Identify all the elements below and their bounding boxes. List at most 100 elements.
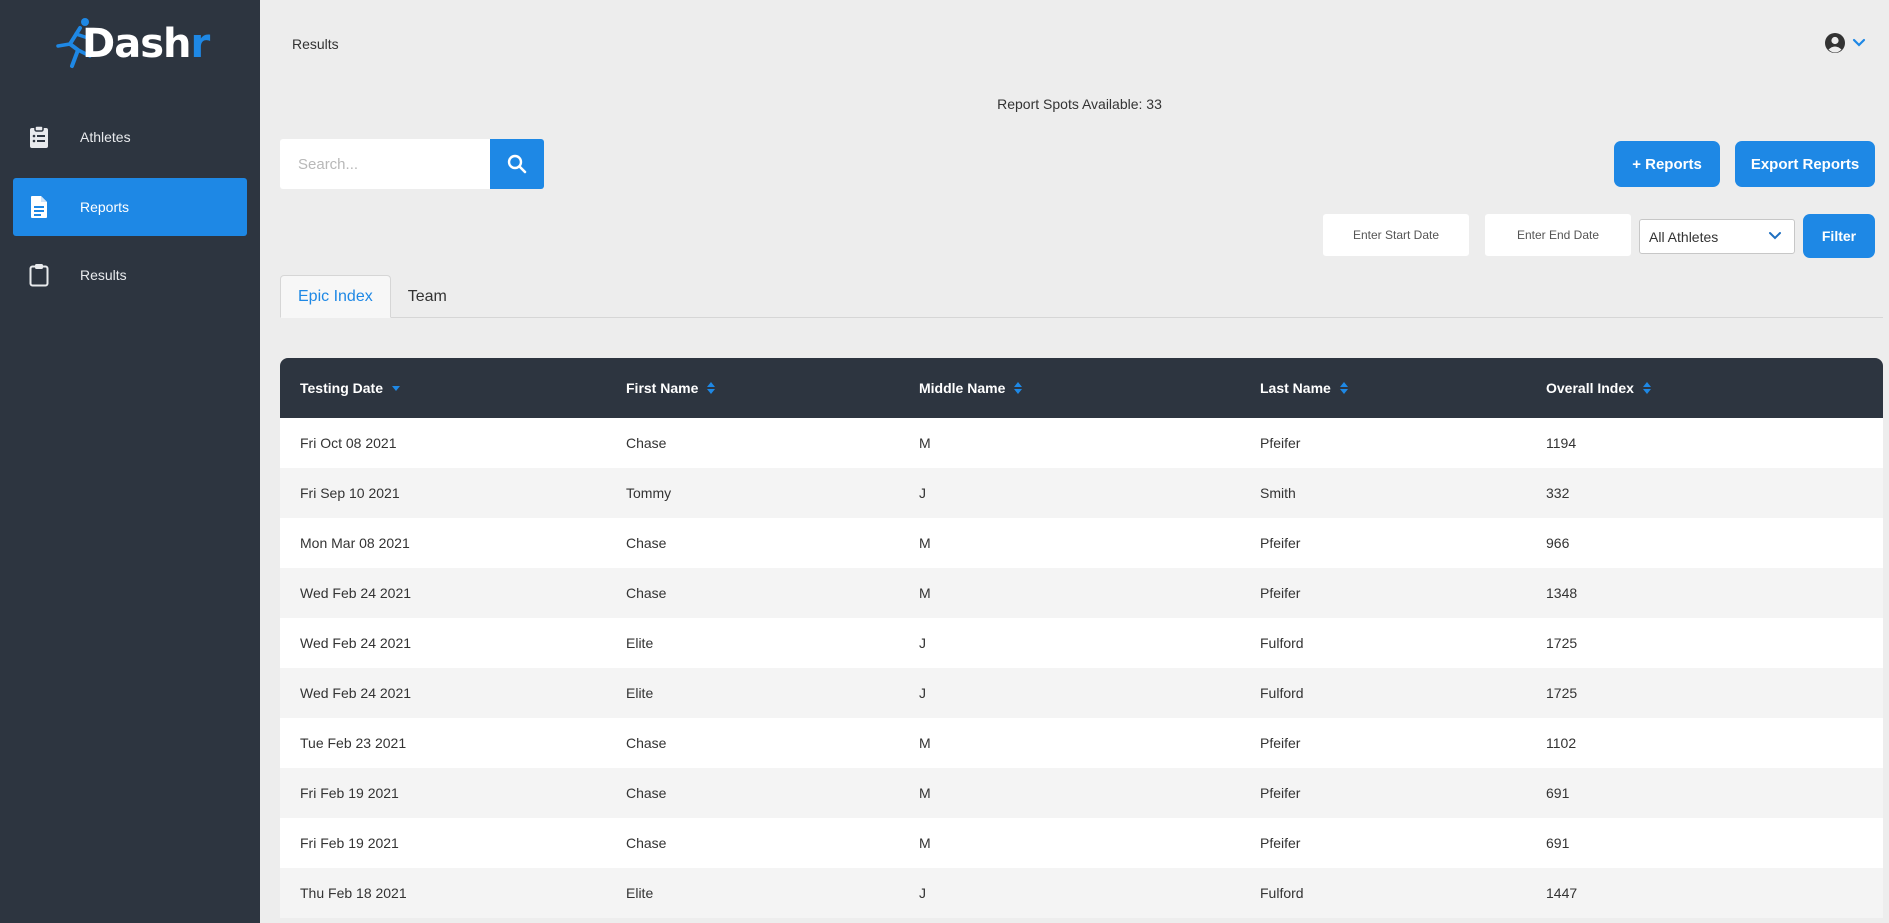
start-date-field[interactable] <box>1323 214 1469 256</box>
sidebar-item-label: Reports <box>80 199 130 215</box>
search-icon <box>507 154 527 174</box>
sort-icon <box>1642 381 1652 395</box>
table-row[interactable]: Wed Feb 24 2021 Elite J Fulford 1725 <box>280 668 1883 718</box>
column-header-first-name[interactable]: First Name <box>626 380 919 396</box>
cell-first-name: Chase <box>626 435 667 451</box>
dashr-logo[interactable]: Dashr <box>52 14 212 74</box>
cell-overall-index: 1348 <box>1546 585 1578 601</box>
cell-first-name: Chase <box>626 535 667 551</box>
sidebar-item-label: Athletes <box>80 129 131 145</box>
table-row[interactable]: Wed Feb 24 2021 Chase M Pfeifer 1348 <box>280 568 1883 618</box>
cell-overall-index: 691 <box>1546 835 1570 851</box>
filter-button[interactable]: Filter <box>1803 214 1875 258</box>
results-table: Testing Date First Name Middle Name Last… <box>280 358 1883 918</box>
cell-testing-date: Thu Feb 18 2021 <box>300 885 407 901</box>
cell-overall-index: 1194 <box>1546 435 1577 451</box>
cell-middle-name: J <box>919 485 926 501</box>
user-circle-icon <box>1825 33 1845 53</box>
export-reports-button[interactable]: Export Reports <box>1735 141 1875 187</box>
logo-text: Dashr <box>82 21 210 67</box>
sort-icon <box>1339 381 1349 395</box>
cell-middle-name: J <box>919 685 926 701</box>
clipboard-icon <box>28 263 50 287</box>
cell-middle-name: M <box>919 735 931 751</box>
cell-first-name: Elite <box>626 635 654 651</box>
column-header-testing-date[interactable]: Testing Date <box>280 380 626 396</box>
breadcrumb: Results <box>292 36 339 52</box>
table-row[interactable]: Thu Feb 18 2021 Elite J Fulford 1447 <box>280 868 1883 918</box>
cell-last-name: Pfeifer <box>1260 835 1301 851</box>
cell-middle-name: M <box>919 435 931 451</box>
sidebar: Dashr Athletes Reports Results <box>0 0 260 923</box>
table-header: Testing Date First Name Middle Name Last… <box>280 358 1883 418</box>
athlete-select[interactable]: All Athletes <box>1639 219 1795 254</box>
end-date-field[interactable] <box>1485 214 1631 256</box>
chevron-down-icon <box>1769 232 1781 240</box>
cell-last-name: Pfeifer <box>1260 535 1301 551</box>
column-header-middle-name[interactable]: Middle Name <box>919 380 1260 396</box>
cell-middle-name: J <box>919 885 926 901</box>
table-row[interactable]: Fri Sep 10 2021 Tommy J Smith 332 <box>280 468 1883 518</box>
cell-first-name: Elite <box>626 685 654 701</box>
chevron-down-icon <box>1852 38 1866 47</box>
cell-last-name: Fulford <box>1260 685 1304 701</box>
cell-middle-name: J <box>919 635 926 651</box>
search-input[interactable] <box>280 139 490 189</box>
sidebar-item-reports[interactable]: Reports <box>13 178 247 236</box>
column-header-overall-index[interactable]: Overall Index <box>1546 380 1883 396</box>
cell-first-name: Chase <box>626 735 667 751</box>
table-row[interactable]: Fri Oct 08 2021 Chase M Pfeifer 1194 <box>280 418 1883 468</box>
cell-first-name: Chase <box>626 585 667 601</box>
athlete-select-value: All Athletes <box>1649 228 1719 245</box>
table-row[interactable]: Wed Feb 24 2021 Elite J Fulford 1725 <box>280 618 1883 668</box>
cell-testing-date: Wed Feb 24 2021 <box>300 685 412 701</box>
cell-first-name: Chase <box>626 835 667 851</box>
sort-icon <box>706 381 716 395</box>
cell-testing-date: Wed Feb 24 2021 <box>300 635 412 651</box>
cell-testing-date: Mon Mar 08 2021 <box>300 535 410 551</box>
cell-last-name: Pfeifer <box>1260 585 1301 601</box>
sidebar-item-results[interactable]: Results <box>13 246 247 304</box>
cell-last-name: Fulford <box>1260 885 1304 901</box>
cell-last-name: Pfeifer <box>1260 785 1301 801</box>
cell-middle-name: M <box>919 835 931 851</box>
table-row[interactable]: Fri Feb 19 2021 Chase M Pfeifer 691 <box>280 768 1883 818</box>
document-icon <box>28 195 50 219</box>
cell-overall-index: 691 <box>1546 785 1570 801</box>
cell-overall-index: 1725 <box>1546 685 1578 701</box>
cell-overall-index: 1725 <box>1546 635 1578 651</box>
cell-testing-date: Fri Sep 10 2021 <box>300 485 400 501</box>
cell-middle-name: M <box>919 535 931 551</box>
tab-team[interactable]: Team <box>391 275 464 318</box>
cell-testing-date: Fri Oct 08 2021 <box>300 435 397 451</box>
cell-first-name: Chase <box>626 785 667 801</box>
report-spots-available: Report Spots Available: 33 <box>997 96 1162 112</box>
sidebar-item-athletes[interactable]: Athletes <box>13 108 247 166</box>
cell-overall-index: 332 <box>1546 485 1570 501</box>
clipboard-list-icon <box>28 125 50 149</box>
sidebar-item-label: Results <box>80 267 127 283</box>
add-reports-button[interactable]: + Reports <box>1614 141 1720 187</box>
cell-first-name: Tommy <box>626 485 672 501</box>
table-row[interactable]: Tue Feb 23 2021 Chase M Pfeifer 1102 <box>280 718 1883 768</box>
column-header-last-name[interactable]: Last Name <box>1260 380 1546 396</box>
cell-middle-name: M <box>919 585 931 601</box>
sort-icon <box>1013 381 1023 395</box>
cell-overall-index: 1447 <box>1546 885 1578 901</box>
cell-last-name: Fulford <box>1260 635 1304 651</box>
cell-testing-date: Wed Feb 24 2021 <box>300 585 412 601</box>
cell-last-name: Pfeifer <box>1260 435 1301 451</box>
cell-testing-date: Fri Feb 19 2021 <box>300 835 399 851</box>
cell-overall-index: 966 <box>1546 535 1570 551</box>
cell-testing-date: Fri Feb 19 2021 <box>300 785 399 801</box>
tab-epic-index[interactable]: Epic Index <box>280 275 391 318</box>
cell-middle-name: M <box>919 785 931 801</box>
tab-bar: Epic Index Team <box>280 275 1883 318</box>
user-menu[interactable] <box>1824 30 1874 56</box>
cell-testing-date: Tue Feb 23 2021 <box>300 735 407 751</box>
cell-overall-index: 1102 <box>1546 735 1577 751</box>
table-row[interactable]: Fri Feb 19 2021 Chase M Pfeifer 691 <box>280 818 1883 868</box>
search-button[interactable] <box>490 139 544 189</box>
table-row[interactable]: Mon Mar 08 2021 Chase M Pfeifer 966 <box>280 518 1883 568</box>
sort-desc-icon <box>391 384 401 392</box>
